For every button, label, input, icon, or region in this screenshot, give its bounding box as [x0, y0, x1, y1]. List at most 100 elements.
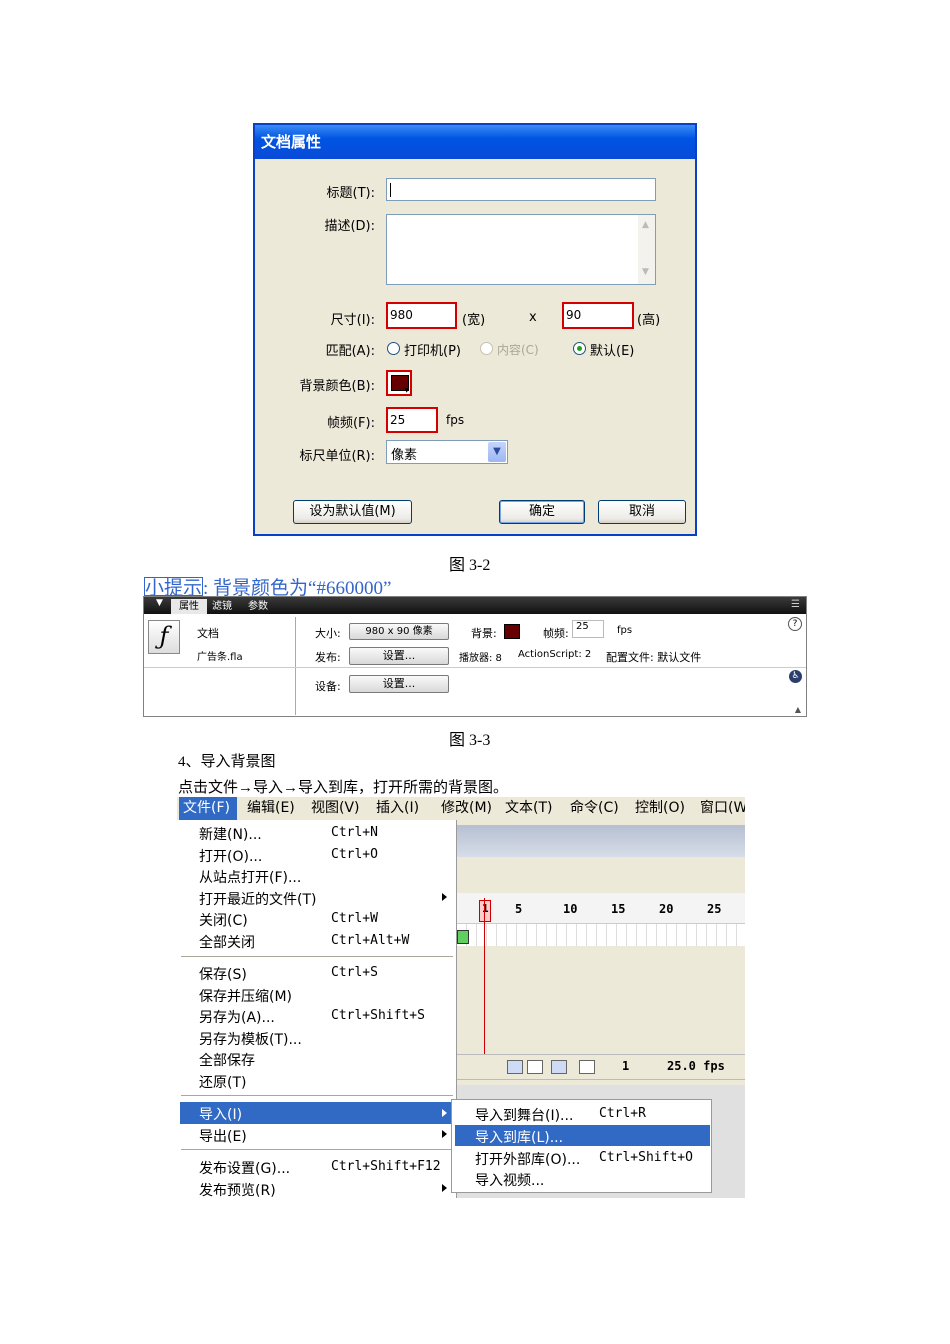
- submenu-item-open-external-library[interactable]: 打开外部库(O)...: [475, 1149, 580, 1169]
- submenu-item-import-to-library-highlight[interactable]: 导入到库(L)...: [455, 1125, 710, 1146]
- match-content-radio[interactable]: [480, 342, 493, 355]
- menu-item-save-as-template[interactable]: 另存为模板(T)...: [199, 1029, 302, 1049]
- shortcut-close-all: Ctrl+Alt+W: [331, 933, 410, 948]
- width-unit: (宽): [462, 313, 486, 328]
- menu-item-open[interactable]: 打开(O)...: [199, 846, 262, 866]
- menu-item-import[interactable]: 导入(I): [199, 1104, 242, 1124]
- chevron-down-icon[interactable]: ▼: [488, 442, 506, 462]
- menu-item-save-all[interactable]: 全部保存: [199, 1050, 255, 1070]
- menu-modify[interactable]: 修改(M): [441, 797, 492, 820]
- menu-item-publish-settings[interactable]: 发布设置(G)...: [199, 1158, 290, 1178]
- menu-window[interactable]: 窗口(W: [700, 797, 745, 820]
- menu-edit[interactable]: 编辑(E): [247, 797, 295, 820]
- background-color-swatch[interactable]: [504, 624, 520, 639]
- width-input[interactable]: 980: [386, 302, 457, 329]
- cancel-button[interactable]: 取消: [598, 500, 686, 524]
- publish-settings-button[interactable]: 设置...: [349, 647, 449, 665]
- profile-info: 配置文件: 默认文件: [606, 651, 702, 664]
- timeline-frames-row[interactable]: [457, 924, 745, 946]
- modify-markers-icon[interactable]: [579, 1060, 595, 1074]
- fps-unit: fps: [446, 413, 465, 427]
- size-label: 大小:: [315, 627, 341, 640]
- edit-multiple-frames-icon[interactable]: [551, 1060, 567, 1074]
- match-content-label: 内容(C): [497, 343, 539, 357]
- frame-label-20: 20: [659, 902, 674, 916]
- menu-item-close[interactable]: 关闭(C): [199, 910, 248, 930]
- menu-item-open-from-site[interactable]: 从站点打开(F)...: [199, 867, 301, 887]
- document-properties-dialog: 文档属性 标题(T): 描述(D): ▲ ▼ 尺寸(I): 980 (宽) x …: [253, 123, 697, 536]
- scroll-down-icon[interactable]: ▼: [642, 267, 649, 277]
- description-textarea[interactable]: ▲ ▼: [386, 214, 656, 285]
- menu-text[interactable]: 文本(T): [505, 797, 552, 820]
- menu-item-publish-preview[interactable]: 发布预览(R): [199, 1180, 276, 1200]
- height-input[interactable]: 90: [562, 302, 634, 329]
- menu-item-new[interactable]: 新建(N)...: [199, 824, 262, 844]
- match-printer-radio[interactable]: [387, 342, 400, 355]
- onion-outline-icon[interactable]: [527, 1060, 543, 1074]
- menu-insert[interactable]: 插入(I): [376, 797, 419, 820]
- figure-caption-3-2: 图 3-2: [449, 557, 491, 574]
- menu-item-close-all[interactable]: 全部关闭: [199, 932, 255, 952]
- submenu-item-import-to-library[interactable]: 导入到库(L)...: [475, 1127, 563, 1147]
- menu-item-revert[interactable]: 还原(T): [199, 1072, 246, 1092]
- layer-color-icon: [457, 930, 469, 944]
- playhead-line: [484, 898, 485, 1064]
- menu-item-import-highlight[interactable]: 导入(I): [180, 1102, 453, 1124]
- device-settings-button[interactable]: 设置...: [349, 675, 449, 693]
- doc-type-label: 文档: [197, 627, 219, 640]
- accessibility-icon[interactable]: ♿: [789, 670, 802, 683]
- tab-filters[interactable]: 滤镜: [212, 599, 232, 614]
- import-submenu: 导入到舞台(I)... Ctrl+R 导入到库(L)... 打开外部库(O)..…: [451, 1099, 712, 1193]
- onion-skin-icon[interactable]: [507, 1060, 523, 1074]
- ruler-unit-select[interactable]: 像素 ▼: [386, 440, 508, 464]
- size-label: 尺寸(I):: [330, 313, 375, 328]
- fps-input[interactable]: 25: [386, 407, 438, 433]
- collapse-up-icon[interactable]: ▲: [795, 705, 801, 714]
- file-menu-dropdown: 新建(N)... Ctrl+N 打开(O)... Ctrl+O 从站点打开(F)…: [177, 820, 457, 1200]
- match-printer-label: 打印机(P): [404, 344, 461, 359]
- ruler-unit-label: 标尺单位(R):: [299, 449, 375, 464]
- description-label: 描述(D):: [324, 219, 375, 234]
- menu-commands[interactable]: 命令(C): [570, 797, 619, 820]
- menu-item-export[interactable]: 导出(E): [199, 1126, 247, 1146]
- scrollbar[interactable]: ▲ ▼: [638, 215, 655, 284]
- submenu-item-import-to-stage[interactable]: 导入到舞台(I)...: [475, 1105, 573, 1125]
- match-default-radio[interactable]: [573, 342, 586, 355]
- submenu-item-import-video[interactable]: 导入视频...: [475, 1170, 544, 1190]
- player-info: 播放器: 8: [459, 653, 502, 664]
- menu-control[interactable]: 控制(O): [635, 797, 685, 820]
- timeline-ruler: 1 5 10 15 20 25: [457, 893, 745, 924]
- menu-item-save-compact[interactable]: 保存并压缩(M): [199, 986, 292, 1006]
- menu-file[interactable]: 文件(F): [179, 797, 237, 820]
- menu-item-save[interactable]: 保存(S): [199, 964, 247, 984]
- shortcut-save: Ctrl+S: [331, 965, 378, 980]
- properties-panel: ▼ 属性 滤镜 参数 ☰ ƒ 文档 广告条.fla 大小: 980 x 90 像…: [143, 596, 807, 717]
- panel-tab-bar: ▼ 属性 滤镜 参数 ☰: [144, 597, 806, 614]
- frame-label-10: 10: [563, 902, 578, 916]
- bg-color-swatch[interactable]: ▼: [386, 370, 412, 396]
- text-cursor: [390, 183, 391, 197]
- ok-button[interactable]: 确定: [499, 500, 585, 524]
- current-frame: 1: [622, 1059, 630, 1073]
- set-default-button[interactable]: 设为默认值(M): [293, 500, 412, 524]
- help-icon[interactable]: ?: [788, 617, 802, 631]
- frame-label-15: 15: [611, 902, 626, 916]
- step-heading: 4、导入背景图: [178, 754, 276, 770]
- shortcut-save-as: Ctrl+Shift+S: [331, 1008, 425, 1023]
- tab-parameters[interactable]: 参数: [248, 599, 268, 614]
- size-button[interactable]: 980 x 90 像素: [349, 623, 449, 640]
- menu-item-open-recent[interactable]: 打开最近的文件(T): [199, 889, 316, 909]
- publish-label: 发布:: [315, 651, 341, 664]
- fps-input[interactable]: 25: [572, 620, 604, 638]
- menu-view[interactable]: 视图(V): [311, 797, 360, 820]
- scroll-up-icon[interactable]: ▲: [642, 220, 649, 230]
- file-name: 广告条.fla: [197, 652, 243, 663]
- menu-separator: [181, 956, 453, 957]
- tab-properties[interactable]: 属性: [171, 599, 207, 614]
- menu-item-save-as[interactable]: 另存为(A)...: [199, 1007, 275, 1027]
- panel-menu-icon[interactable]: ☰: [791, 599, 800, 610]
- background-label: 背景:: [471, 627, 497, 640]
- collapse-triangle-icon[interactable]: ▼: [156, 598, 163, 608]
- submenu-arrow-icon: [442, 1109, 447, 1117]
- title-input[interactable]: [386, 178, 656, 201]
